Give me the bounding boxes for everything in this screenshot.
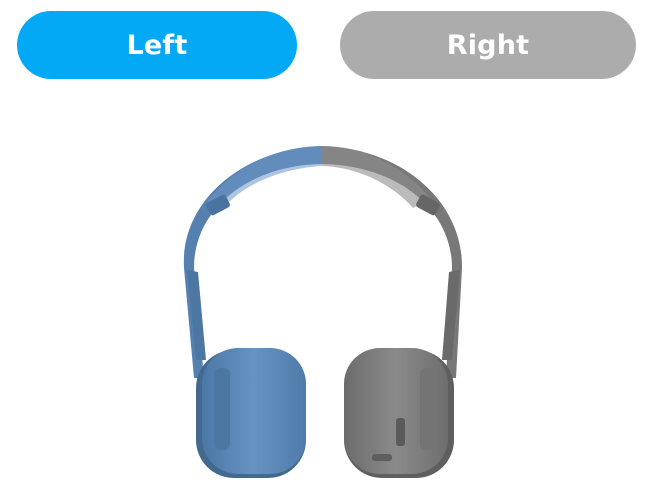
volume-button (396, 418, 405, 446)
left-earcup (196, 348, 306, 478)
right-earcup (344, 348, 454, 478)
headphones-icon (183, 146, 463, 478)
power-button (372, 454, 392, 461)
headband-left (183, 146, 322, 378)
